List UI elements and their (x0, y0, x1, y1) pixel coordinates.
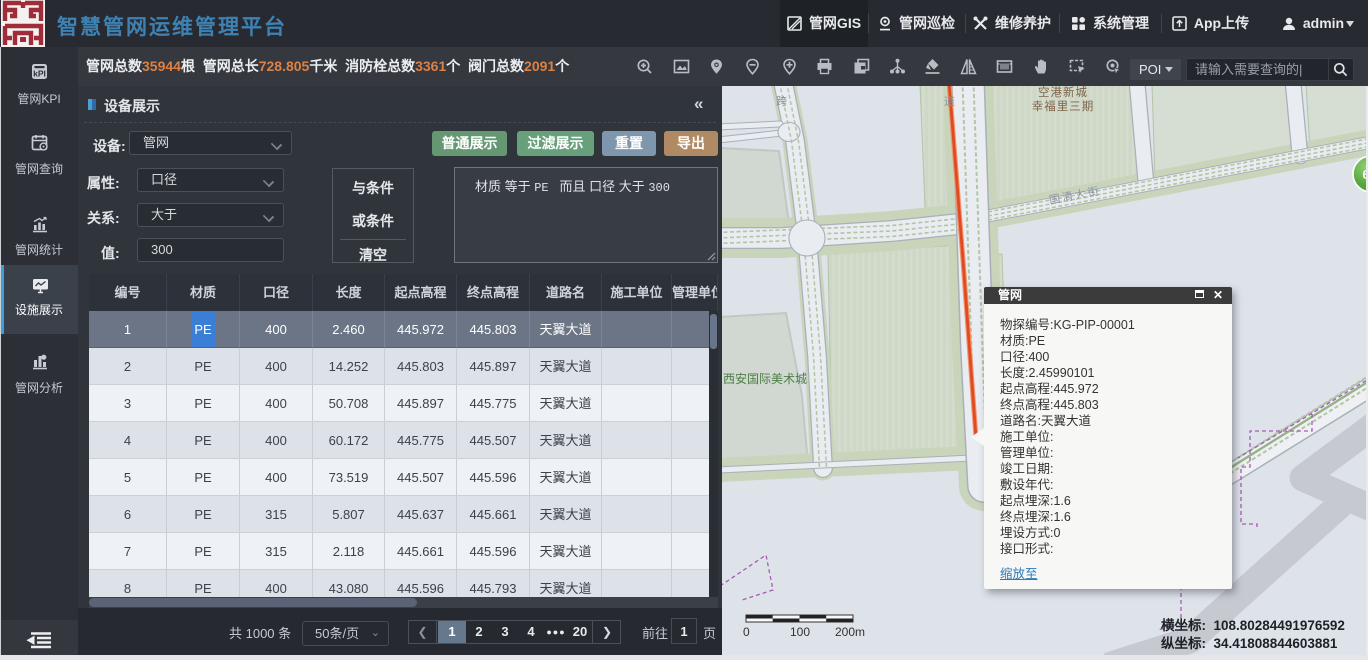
svg-text:跨: 跨 (776, 95, 787, 108)
svg-text:200m: 200m (835, 625, 865, 639)
svg-text:100: 100 (790, 625, 810, 639)
svg-text:空港新城: 空港新城 (1038, 86, 1088, 99)
svg-text:西安国际美术城: 西安国际美术城 (723, 371, 807, 386)
svg-text:kPI: kPI (33, 68, 46, 78)
svg-text:道: 道 (944, 94, 955, 108)
svg-text:幸福里三期: 幸福里三期 (1032, 99, 1095, 113)
svg-text:0: 0 (743, 625, 750, 639)
